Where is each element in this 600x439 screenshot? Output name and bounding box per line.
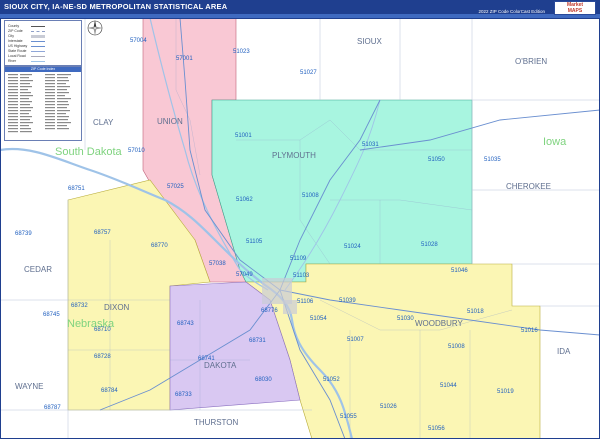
legend-item-label: Interstate: [8, 39, 23, 43]
legend-item-label: Local Road: [8, 54, 26, 58]
zip-label: 51109: [290, 256, 307, 262]
publisher-logo: Market MAPS: [554, 1, 596, 15]
zip-label: 68784: [101, 388, 118, 394]
edition-label: 2022 ZIP Code ColorCast Edition: [478, 9, 545, 14]
map-canvas: South Dakota Nebraska Iowa SIOUX O'BRIEN…: [0, 17, 600, 439]
zip-label: 57004: [130, 38, 147, 44]
legend-item-label: River: [8, 59, 17, 63]
zip-label: 68030: [255, 377, 272, 383]
zip-label: 57010: [128, 148, 145, 154]
zip-label: 68787: [44, 405, 61, 411]
zip-label: 51024: [344, 244, 361, 250]
zip-label: 51054: [310, 316, 327, 322]
zip-label: 51039: [339, 298, 356, 304]
zip-label: 51056: [428, 426, 445, 432]
county-label-plymouth: PLYMOUTH: [272, 151, 316, 160]
zip-label: 51030: [397, 316, 414, 322]
zip-label: 51019: [497, 389, 514, 395]
zip-label: 51008: [302, 193, 319, 199]
county-label-clay: CLAY: [93, 118, 114, 127]
zip-label: 68710: [94, 327, 111, 333]
legend-item-label: State Route: [8, 49, 27, 53]
zip-label: 51055: [340, 414, 357, 420]
zip-label: 51027: [300, 70, 317, 76]
zip-label: 51016: [521, 328, 538, 334]
zip-label: 51035: [484, 157, 501, 163]
zip-label: 68745: [43, 312, 60, 318]
county-line-icon: [31, 26, 45, 27]
zip-label: 51028: [421, 242, 438, 248]
map-title: SIOUX CITY, IA-NE-SD METROPOLITAN STATIS…: [4, 2, 228, 11]
zip-index-title: ZIP Code Index: [5, 67, 81, 72]
county-label-obrien: O'BRIEN: [515, 57, 547, 66]
zip-label: 68732: [71, 303, 88, 309]
local-road-line-icon: [31, 56, 45, 57]
zip-label: 51062: [236, 197, 253, 203]
legend-item-label: County: [8, 24, 20, 28]
zip-label: 68731: [249, 338, 266, 344]
legend-item-label: US Highway: [8, 44, 28, 48]
zip-label: 57038: [209, 261, 226, 267]
map-frame: South Dakota Nebraska Iowa SIOUX O'BRIEN…: [0, 0, 600, 439]
zip-label: 51023: [233, 49, 250, 55]
zip-index-text-lines: [8, 74, 71, 133]
county-label-union: UNION: [157, 117, 183, 126]
logo-line-2: MAPS: [567, 8, 583, 14]
north-arrow-icon: [87, 20, 103, 36]
zip-label: 68776: [261, 308, 278, 314]
county-label-wayne: WAYNE: [15, 382, 43, 391]
zip-label: 51018: [467, 309, 484, 315]
zip-label: 51105: [246, 239, 263, 245]
city-line-icon: [31, 35, 45, 38]
zip-label: 51001: [235, 133, 252, 139]
zip-label: 68739: [15, 231, 32, 237]
zip-label: 51046: [451, 268, 468, 274]
zip-label: 51052: [323, 377, 340, 383]
state-label-south-dakota: South Dakota: [55, 146, 123, 158]
zip-label: 51103: [293, 273, 310, 279]
zip-label: 57001: [176, 56, 193, 62]
zip-label: 51026: [380, 404, 397, 410]
zip-index-rows: [8, 74, 71, 133]
county-label-thurston: THURSTON: [194, 418, 239, 427]
zip-label: 68770: [151, 243, 168, 249]
zip-label: 68733: [175, 392, 192, 398]
zip-label: 51007: [347, 337, 364, 343]
us-highway-line-icon: [31, 46, 45, 47]
county-label-woodbury: WOODBURY: [415, 319, 464, 328]
zip-label: 51044: [440, 383, 457, 389]
subtitle-bar: [0, 14, 600, 18]
zip-label: 51031: [362, 142, 379, 148]
county-label-ida: IDA: [557, 347, 571, 356]
zip-label: 68751: [68, 186, 85, 192]
zip-label: 68728: [94, 354, 111, 360]
legend-item-label: City: [8, 34, 15, 38]
county-label-cherokee: CHEROKEE: [506, 182, 551, 191]
interstate-line-icon: [31, 41, 45, 42]
zip-line-icon: [31, 31, 45, 32]
legend-item-label: ZIP Code: [8, 29, 23, 33]
county-label-cedar: CEDAR: [24, 265, 52, 274]
state-label-iowa: Iowa: [543, 136, 567, 148]
county-label-dixon: DIXON: [104, 303, 130, 312]
zip-label: 68741: [198, 356, 215, 362]
map-legend: County ZIP Code City Interstate US Highw…: [4, 20, 82, 66]
zip-label: 68757: [94, 230, 111, 236]
zip-label: 51008: [448, 344, 465, 350]
zip-label: 57049: [236, 272, 253, 278]
county-label-dakota: DAKOTA: [204, 361, 237, 370]
zip-label: 51106: [297, 299, 314, 305]
state-route-line-icon: [31, 51, 45, 52]
zip-label: 68743: [177, 321, 194, 327]
river-line-icon: [31, 61, 45, 62]
zip-label: 57025: [167, 184, 184, 190]
county-label-sioux: SIOUX: [357, 37, 383, 46]
zip-index-table: ZIP Code Index: [4, 66, 82, 141]
plymouth-county-fill: [211, 99, 473, 283]
zip-label: 51050: [428, 157, 445, 163]
